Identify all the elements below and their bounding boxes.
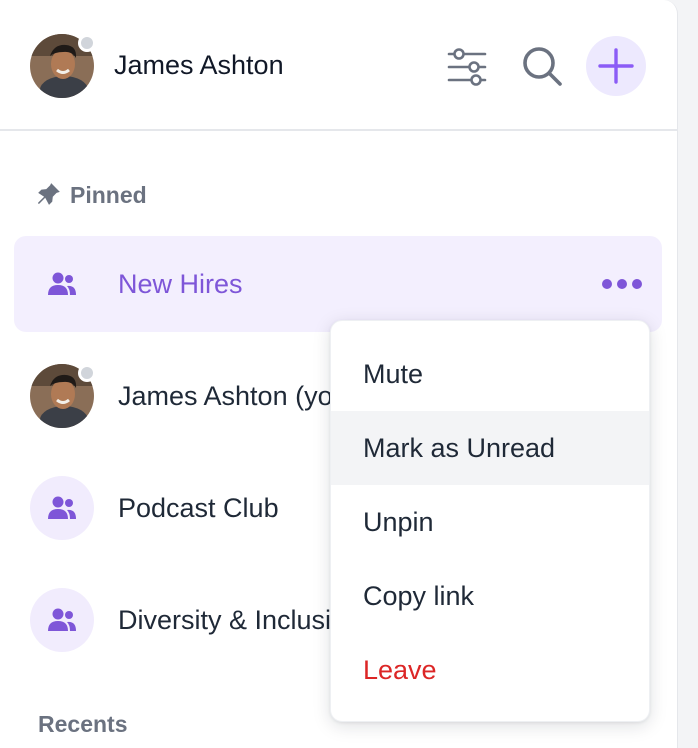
section-label-pinned: Pinned xyxy=(70,182,147,208)
user-avatar[interactable] xyxy=(30,34,96,98)
new-chat-button[interactable] xyxy=(586,36,646,96)
avatar xyxy=(30,364,96,428)
channel-label: James Ashton (you) xyxy=(118,381,357,411)
search-button[interactable] xyxy=(518,42,566,90)
search-icon xyxy=(523,47,562,86)
channel-label: Diversity & Inclusion xyxy=(118,605,362,635)
more-horizontal-icon xyxy=(602,279,642,289)
filter-button[interactable] xyxy=(444,44,490,90)
menu-item-leave[interactable]: Leave xyxy=(331,633,649,707)
menu-item-mark-as-unread[interactable]: Mark as Unread xyxy=(331,411,649,485)
presence-indicator xyxy=(78,34,96,52)
group-icon-container xyxy=(30,252,94,316)
context-menu: Mute Mark as Unread Unpin Copy link Leav… xyxy=(330,320,650,722)
users-icon xyxy=(48,608,76,631)
channel-label: New Hires xyxy=(118,269,243,299)
channel-item-new-hires[interactable]: New Hires xyxy=(14,236,662,332)
channel-label: Podcast Club xyxy=(118,493,279,523)
menu-item-copy-link[interactable]: Copy link xyxy=(331,559,649,633)
group-icon-container xyxy=(30,588,94,652)
menu-item-unpin[interactable]: Unpin xyxy=(331,485,649,559)
sidebar-header: James Ashton xyxy=(0,0,678,131)
menu-item-mute[interactable]: Mute xyxy=(331,337,649,411)
users-icon xyxy=(48,496,76,519)
group-icon-container xyxy=(30,476,94,540)
presence-indicator xyxy=(78,364,96,382)
section-label-recents: Recents xyxy=(38,711,128,737)
sliders-icon xyxy=(447,48,487,86)
plus-icon xyxy=(598,48,634,84)
more-options-button[interactable] xyxy=(600,270,644,298)
pin-icon xyxy=(38,183,60,205)
user-name: James Ashton xyxy=(114,50,284,80)
users-icon xyxy=(48,272,76,295)
